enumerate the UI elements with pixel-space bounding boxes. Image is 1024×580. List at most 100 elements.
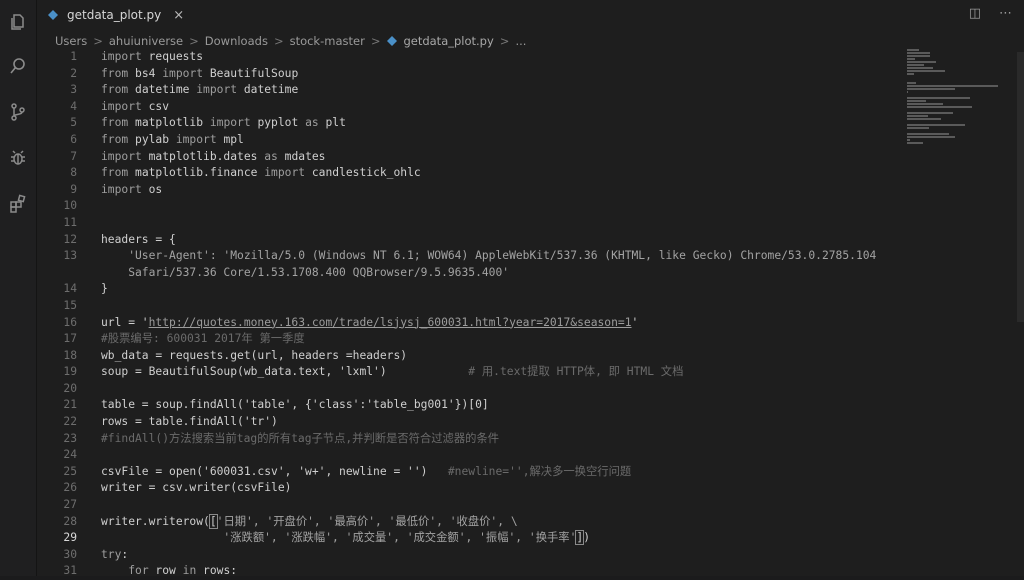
code-token: datetime [128, 83, 197, 97]
code-line[interactable]: 15 [37, 298, 897, 315]
code-line[interactable]: 22 rows = table.findAll('tr') [37, 414, 897, 431]
split-editor-icon[interactable]: ◫ [969, 6, 981, 21]
breadcrumb-file[interactable]: getdata_plot.py [386, 34, 494, 48]
code-line[interactable]: 29 '涨跌额', '涨跌幅', '成交量', '成交金额', '振幅', '换… [37, 530, 897, 547]
minimap-line [907, 133, 949, 135]
code-token: #股票编号: 600031 2017年 第一季度 [101, 332, 305, 346]
code-token: csv [141, 99, 170, 113]
line-number: 21 [63, 398, 77, 412]
code-line[interactable]: 31 for row in rows: [37, 563, 897, 580]
code-editor[interactable]: 1 import requests 2 from bs4 import Beautif… [37, 49, 897, 577]
line-number: 23 [63, 431, 77, 445]
line-number: 6 [70, 132, 77, 146]
line-number: 10 [63, 199, 77, 213]
code-text: from matplotlib import pyplot as plt [101, 115, 346, 132]
code-text: csvFile = open('600031.csv', 'w+', newli… [101, 464, 631, 481]
code-line[interactable]: 12 headers = { [37, 232, 897, 249]
code-line[interactable]: 2 from bs4 import BeautifulSoup [37, 66, 897, 83]
code-line[interactable]: 14} [37, 281, 897, 298]
code-token: from [101, 83, 129, 97]
code-line[interactable]: 6 from pylab import mpl [37, 132, 897, 149]
code-line[interactable]: 30 try: [37, 547, 897, 564]
code-text: from matplotlib.finance import candlesti… [101, 165, 421, 182]
code-token: [ [208, 513, 218, 529]
code-line[interactable]: 27 [37, 497, 897, 514]
code-line[interactable]: Safari/537.36 Core/1.53.1708.400 QQBrows… [37, 265, 897, 282]
search-icon[interactable] [6, 54, 30, 78]
code-line[interactable]: 18 wb_data = requests.get(url, headers =h… [37, 348, 897, 365]
minimap-line [907, 61, 936, 63]
code-token: from [101, 66, 129, 80]
code-token: for [128, 564, 149, 578]
scrollbar-thumb[interactable] [1017, 52, 1024, 322]
code-text: 'User-Agent': 'Mozilla/5.0 (Windows NT 6… [101, 248, 876, 265]
code-token: '涨跌额', '涨跌幅', '成交量', '成交金额', '振幅', '换手率' [101, 531, 577, 545]
code-text: writer.writerow(['日期', '开盘价', '最高价', '最低… [101, 513, 518, 531]
code-text: url = 'http://quotes.money.163.com/trade… [101, 315, 638, 332]
code-line[interactable]: 28 writer.writerow(['日期', '开盘价', '最高价', '… [37, 513, 897, 531]
code-text: wb_data = requests.get(url, headers =hea… [101, 348, 407, 365]
breadcrumb-item[interactable]: stock-master [290, 34, 365, 48]
code-line[interactable]: 20 [37, 381, 897, 398]
code-text: import requests [101, 49, 203, 66]
more-actions-icon[interactable]: ⋯ [999, 6, 1012, 21]
minimap-line [907, 139, 911, 141]
activity-bar [0, 0, 37, 576]
line-number: 18 [63, 348, 77, 362]
breadcrumb-item[interactable]: ahuiuniverse [109, 34, 183, 48]
code-line[interactable]: 10 [37, 198, 897, 215]
code-token: bs4 [128, 66, 163, 80]
tab-getdata-plot[interactable]: getdata_plot.py × [47, 4, 184, 26]
breadcrumb-item[interactable]: Downloads [205, 34, 268, 48]
close-icon[interactable]: × [173, 8, 184, 23]
code-token: '日期', '开盘价', '最高价', '最低价', '收盘价', \ [216, 514, 518, 528]
code-line[interactable]: 24 [37, 447, 897, 464]
code-line[interactable]: 17 #股票编号: 600031 2017年 第一季度 [37, 331, 897, 348]
code-text: #股票编号: 600031 2017年 第一季度 [101, 331, 305, 348]
code-line[interactable]: 23 #findAll()方法搜索当前tag的所有tag子节点,并判断是否符合过滤… [37, 431, 897, 448]
breadcrumb-item[interactable]: Users [55, 34, 87, 48]
debug-icon[interactable] [6, 146, 30, 170]
code-line[interactable]: 9 import os [37, 182, 897, 199]
files-icon[interactable] [6, 10, 30, 34]
extensions-icon[interactable] [6, 192, 30, 216]
code-token: wb_data = requests.get(url, headers =hea… [101, 348, 408, 362]
code-token: #newline='',解决多一换空行问题 [447, 464, 632, 478]
minimap[interactable] [905, 49, 1015, 576]
minimap-line [907, 70, 945, 72]
code-line[interactable]: 26 writer = csv.writer(csvFile) [37, 480, 897, 497]
code-text: writer = csv.writer(csvFile) [101, 480, 291, 497]
code-token: in [182, 564, 197, 578]
code-token: ) [583, 531, 591, 545]
line-number: 26 [63, 481, 77, 495]
code-token: candlestick_ohlc [305, 166, 421, 180]
code-line[interactable]: 7 import matplotlib.dates as mdates [37, 149, 897, 166]
code-line[interactable]: 13 'User-Agent': 'Mozilla/5.0 (Windows N… [37, 248, 897, 265]
source-control-icon[interactable] [6, 100, 30, 124]
code-token: try [101, 547, 122, 561]
line-number: 13 [63, 249, 77, 263]
line-number: 15 [63, 298, 77, 312]
line-number: 29 [63, 531, 77, 545]
code-text: from pylab import mpl [101, 132, 244, 149]
code-line[interactable]: 11 [37, 215, 897, 232]
code-line[interactable]: 5 from matplotlib import pyplot as plt [37, 115, 897, 132]
code-line[interactable]: 4 import csv [37, 99, 897, 116]
line-number: 22 [63, 415, 77, 429]
code-token: pylab [128, 132, 176, 146]
line-number: 31 [63, 564, 77, 578]
code-line[interactable]: 19 soup = BeautifulSoup(wb_data.text, 'lx… [37, 364, 897, 381]
code-line[interactable]: 21 table = soup.findAll('table', {'class'… [37, 397, 897, 414]
line-number: 25 [63, 464, 77, 478]
code-token: row [148, 564, 183, 578]
code-line[interactable]: 25 csvFile = open('600031.csv', 'w+', new… [37, 464, 897, 481]
code-text: from datetime import datetime [101, 82, 298, 99]
python-file-icon [387, 36, 398, 46]
code-line[interactable]: 3 from datetime import datetime [37, 82, 897, 99]
code-line[interactable]: 16 url = 'http://quotes.money.163.com/tra… [37, 315, 897, 332]
code-line[interactable]: 1 import requests [37, 49, 897, 66]
breadcrumb-item[interactable]: ... [515, 34, 526, 48]
code-line[interactable]: 8 from matplotlib.finance import candlest… [37, 165, 897, 182]
line-number: 17 [63, 332, 77, 346]
code-token: Safari/537.36 Core/1.53.1708.400 QQBrows… [101, 265, 510, 279]
